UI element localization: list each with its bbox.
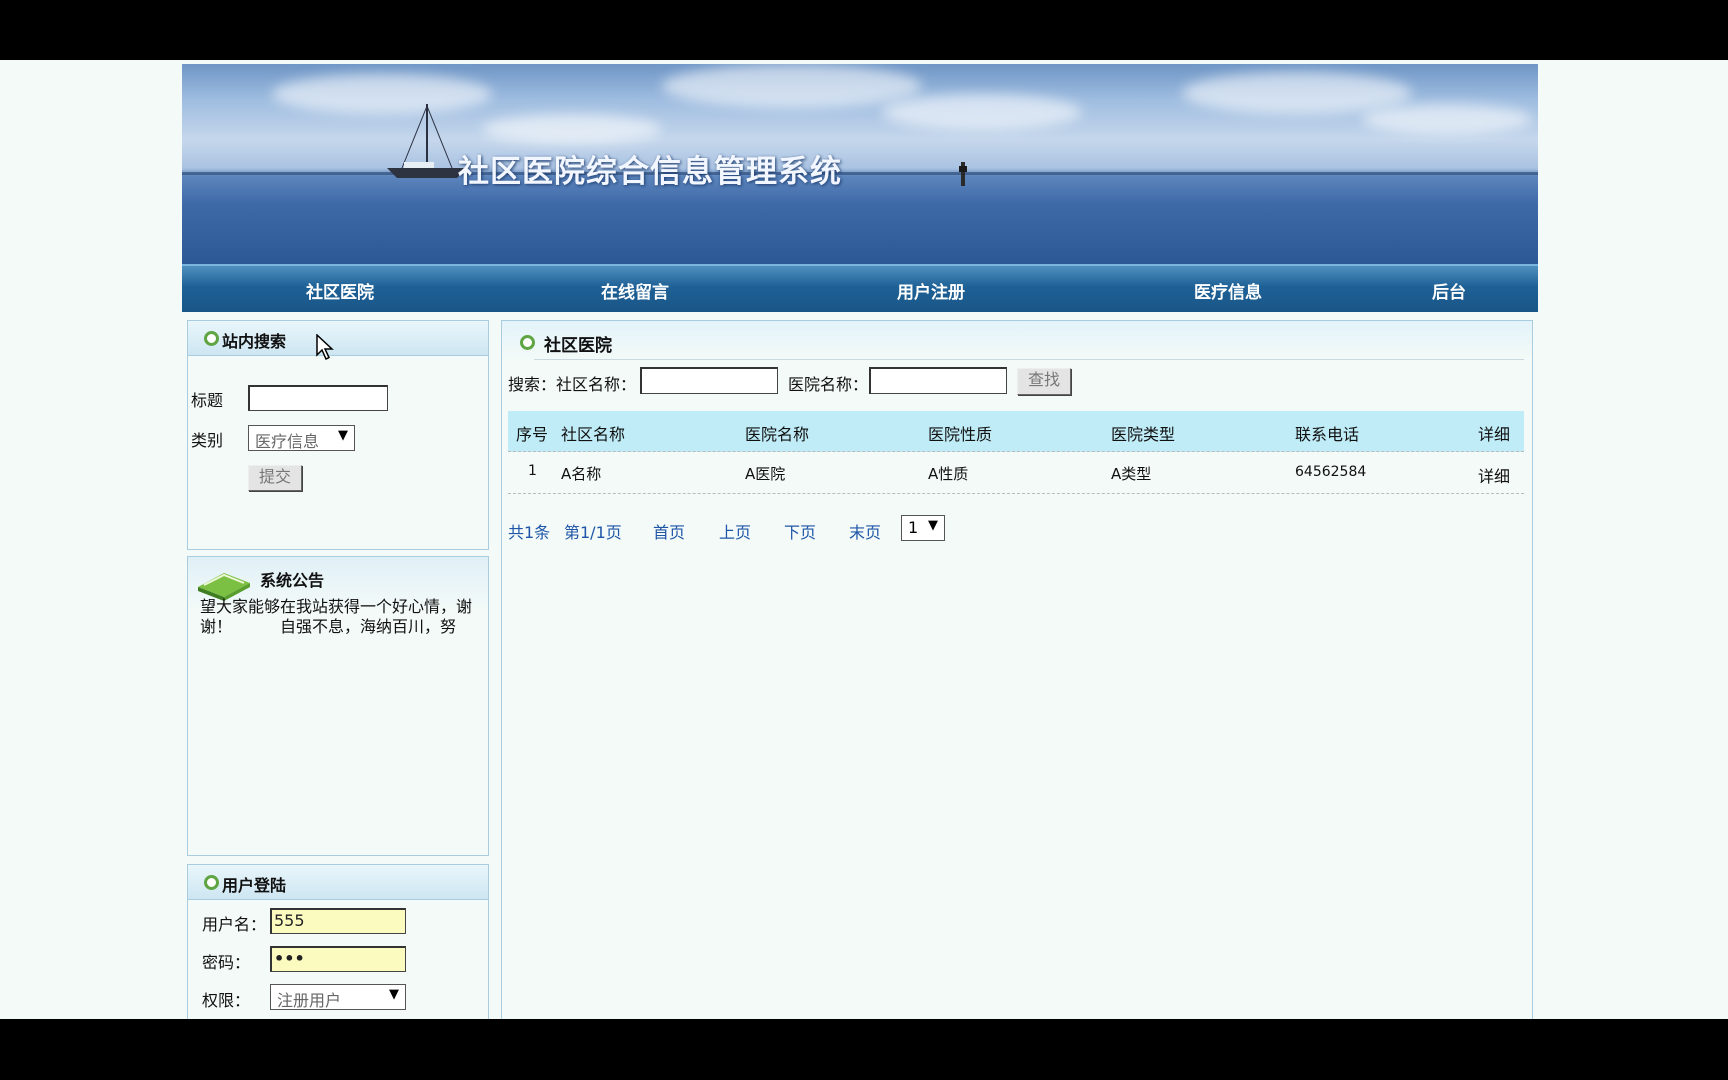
col-header-type: 医院类型 [1111, 425, 1176, 444]
role-select[interactable]: 注册用户 ▼ [270, 984, 406, 1010]
password-label: 密码： [202, 953, 251, 972]
detail-link[interactable]: 详细 [1478, 463, 1510, 487]
pager-last-link[interactable]: 末页 [849, 519, 881, 543]
buoy-icon [959, 162, 967, 186]
cell-index: 1 [528, 463, 537, 479]
page-select[interactable]: 1 ▼ [901, 515, 945, 541]
cell-community: A名称 [561, 465, 602, 483]
site-search-header: 站内搜索 [188, 321, 488, 356]
table-row: 1 A名称 A医院 A性质 A类型 64562584 详细 [508, 453, 1524, 494]
pager-total: 共1条 [508, 523, 551, 542]
nav-item-medical-info[interactable]: 医疗信息 [1194, 278, 1262, 303]
col-header-phone: 联系电话 [1295, 425, 1360, 444]
cell-type: A类型 [1111, 465, 1152, 483]
table-header: 序号 社区名称 医院名称 医院性质 医院类型 联系电话 详细 [508, 411, 1524, 452]
site-container: 社区医院综合信息管理系统 社区医院 在线留言 用户注册 医疗信息 后台 站内搜索… [182, 64, 1538, 1019]
main-nav: 社区医院 在线留言 用户注册 医疗信息 后台 [182, 264, 1538, 312]
col-header-nature: 医院性质 [928, 425, 993, 444]
pager-prev-link[interactable]: 上页 [719, 519, 751, 543]
bullet-icon [204, 331, 219, 346]
cell-phone: 64562584 [1295, 464, 1367, 480]
col-header-detail: 详细 [1478, 425, 1511, 444]
role-label: 权限： [202, 991, 251, 1010]
bullet-icon [204, 875, 219, 890]
site-title: 社区医院综合信息管理系统 [458, 154, 842, 190]
main-title: 社区医院 [544, 336, 612, 356]
mouse-cursor-icon [316, 334, 334, 360]
category-select[interactable]: 医疗信息 ▼ [248, 425, 355, 451]
cell-nature: A性质 [928, 465, 969, 483]
main-content: 社区医院 搜索： 社区名称： 医院名称： 查找 序号 社区名称 医院名称 医院性… [501, 320, 1533, 1019]
pager-next-link[interactable]: 下页 [784, 519, 816, 543]
nav-item-community-hospital[interactable]: 社区医院 [306, 278, 374, 303]
nav-item-online-message[interactable]: 在线留言 [601, 278, 669, 303]
username-label: 用户名： [202, 915, 267, 934]
login-header: 用户登陆 [188, 865, 488, 900]
category-label: 类别 [191, 431, 224, 450]
hospital-search-bar: 搜索： 社区名称： 医院名称： 查找 [508, 367, 1508, 397]
hospital-name-label: 医院名称： [788, 375, 869, 394]
col-header-hospital: 医院名称 [745, 425, 810, 444]
title-label: 标题 [191, 391, 224, 410]
book-icon [198, 573, 250, 601]
notice-title: 系统公告 [260, 571, 325, 590]
site-search-title: 站内搜索 [222, 332, 287, 351]
submit-button[interactable]: 提交 [248, 465, 302, 491]
community-name-input[interactable] [640, 367, 778, 394]
pagination: 共1条 第1/1页 首页 上页 下页 末页 1 ▼ [508, 511, 1308, 543]
nav-item-admin[interactable]: 后台 [1432, 278, 1466, 303]
site-search-panel: 站内搜索 标题 类别 医疗信息 ▼ 提交 [187, 320, 489, 550]
header-banner: 社区医院综合信息管理系统 [182, 64, 1538, 264]
community-name-label: 社区名称： [556, 375, 637, 394]
hospital-name-input[interactable] [869, 367, 1007, 394]
search-title-input[interactable] [248, 385, 388, 411]
username-input[interactable]: 555 [270, 908, 406, 934]
search-prefix-label: 搜索： [508, 375, 557, 394]
chevron-down-icon: ▼ [389, 987, 399, 1002]
notice-text: 望大家能够在我站获得一个好心情，谢谢！ 自强不息，海纳百川，努 [200, 597, 473, 636]
main-header: 社区医院 [502, 321, 1532, 360]
login-panel: 用户登陆 用户名： 555 密码： ••• 权限： 注册用户 ▼ [187, 864, 489, 1019]
login-title: 用户登陆 [222, 876, 287, 895]
pager-page-info: 第1/1页 [564, 523, 622, 542]
col-header-index: 序号 [516, 425, 549, 444]
chevron-down-icon: ▼ [928, 518, 938, 533]
chevron-down-icon: ▼ [338, 428, 348, 443]
cell-hospital: A医院 [745, 465, 786, 483]
page: 社区医院综合信息管理系统 社区医院 在线留言 用户注册 医疗信息 后台 站内搜索… [0, 60, 1728, 1019]
notice-panel: 系统公告 望大家能够在我站获得一个好心情，谢谢！ 自强不息，海纳百川，努 [187, 556, 489, 856]
pager-first-link[interactable]: 首页 [653, 519, 685, 543]
password-input[interactable]: ••• [270, 946, 406, 972]
bullet-icon [520, 335, 535, 350]
nav-item-user-register[interactable]: 用户注册 [897, 278, 965, 303]
col-header-community: 社区名称 [561, 425, 626, 444]
find-button[interactable]: 查找 [1017, 368, 1071, 395]
